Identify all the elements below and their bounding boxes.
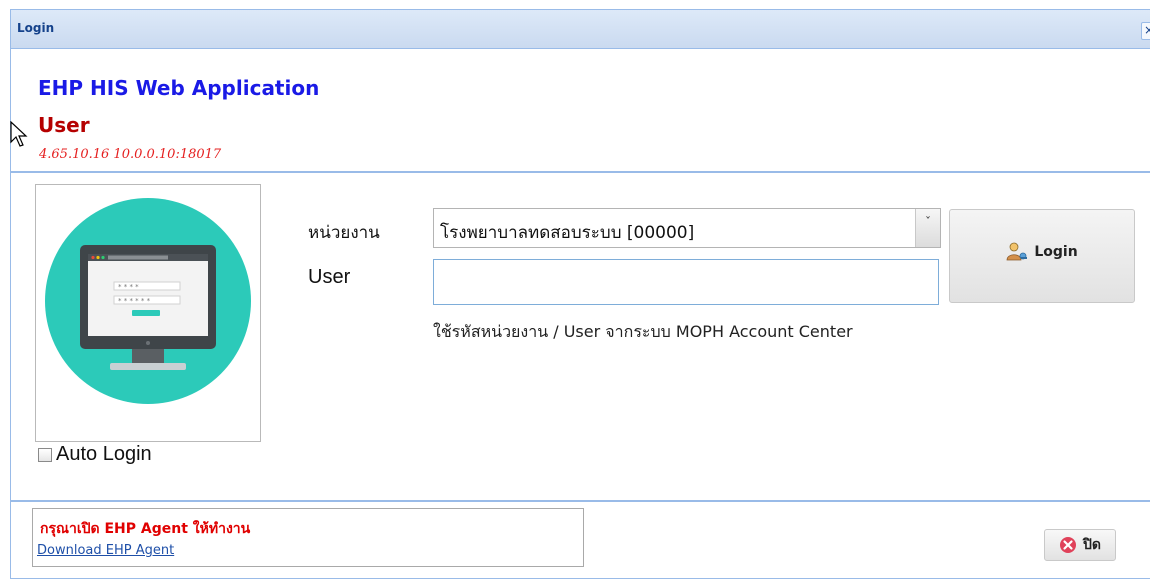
- agent-notice: กรุณาเปิด EHP Agent ให้ทำงาน Download EH…: [32, 508, 584, 567]
- header-area: EHP HIS Web Application User 4.65.10.16 …: [10, 49, 1150, 173]
- chevron-down-icon[interactable]: ˇ: [915, 209, 940, 247]
- login-hint: ใช้รหัสหน่วยงาน / User จากระบบ MOPH Acco…: [433, 322, 853, 341]
- login-dialog: Login × EHP HIS Web Application User 4.6…: [10, 9, 1150, 579]
- svg-text:* * * * * *: * * * * * *: [118, 297, 151, 305]
- unit-label: หน่วยงาน: [308, 223, 380, 243]
- user-title: User: [38, 113, 90, 137]
- unit-select-value: โรงพยาบาลทดสอบระบบ [00000]: [440, 223, 695, 243]
- unit-select[interactable]: โรงพยาบาลทดสอบระบบ [00000] ˇ: [433, 208, 941, 248]
- login-button-label: Login: [1034, 244, 1078, 260]
- monitor-login-illustration-icon: * * * * * * * * * *: [45, 198, 251, 404]
- login-illustration: * * * * * * * * * *: [35, 184, 261, 442]
- app-name: EHP HIS Web Application: [38, 76, 320, 100]
- title-bar[interactable]: Login ×: [11, 10, 1150, 49]
- svg-text:* * * *: * * * *: [118, 283, 139, 291]
- close-icon: [1060, 537, 1076, 553]
- close-button-label: ปิด: [1083, 537, 1101, 553]
- user-label: User: [308, 266, 351, 288]
- mouse-cursor-icon: [10, 121, 28, 147]
- footer: กรุณาเปิด EHP Agent ให้ทำงาน Download EH…: [11, 500, 1150, 581]
- auto-login-label: Auto Login: [56, 443, 152, 465]
- login-form-area: * * * * * * * * * * Auto Login หน่วยงาน …: [11, 173, 1150, 498]
- download-agent-link[interactable]: Download EHP Agent: [37, 543, 174, 558]
- login-button[interactable]: Login: [949, 209, 1135, 303]
- window-title: Login: [17, 21, 55, 35]
- version-text: 4.65.10.16 10.0.0.10:18017: [39, 147, 222, 162]
- close-button[interactable]: ปิด: [1044, 529, 1116, 561]
- auto-login-row: Auto Login: [38, 443, 152, 466]
- auto-login-checkbox[interactable]: [38, 447, 52, 462]
- user-key-icon: [1006, 242, 1028, 261]
- user-input[interactable]: [433, 259, 939, 305]
- window-close-icon[interactable]: ×: [1141, 22, 1150, 40]
- agent-warning: กรุณาเปิด EHP Agent ให้ทำงาน: [40, 521, 251, 537]
